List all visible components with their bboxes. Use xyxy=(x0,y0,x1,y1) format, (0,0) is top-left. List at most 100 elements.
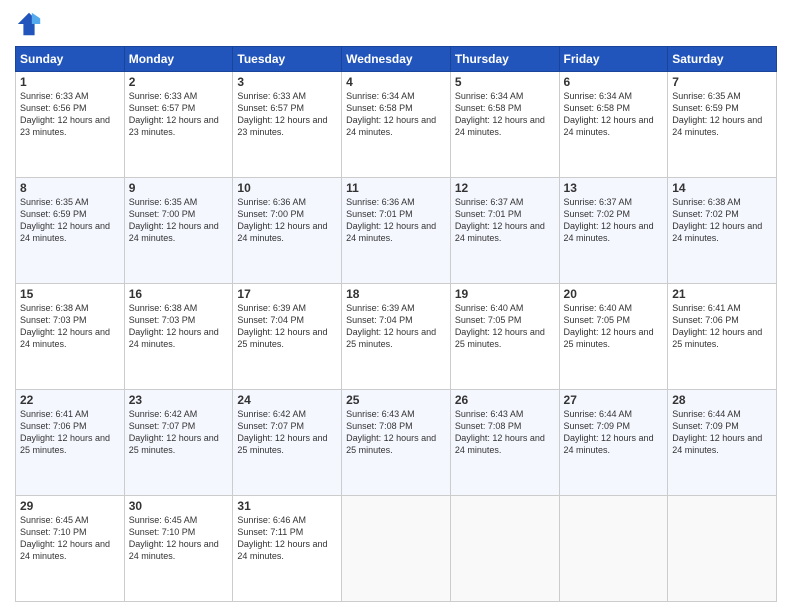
calendar-week-1: 1 Sunrise: 6:33 AMSunset: 6:56 PMDayligh… xyxy=(16,72,777,178)
calendar-cell: 5 Sunrise: 6:34 AMSunset: 6:58 PMDayligh… xyxy=(450,72,559,178)
day-number: 23 xyxy=(129,393,229,407)
calendar-cell: 8 Sunrise: 6:35 AMSunset: 6:59 PMDayligh… xyxy=(16,178,125,284)
day-detail: Sunrise: 6:44 AMSunset: 7:09 PMDaylight:… xyxy=(564,408,664,457)
calendar-cell: 23 Sunrise: 6:42 AMSunset: 7:07 PMDaylig… xyxy=(124,390,233,496)
calendar-cell: 9 Sunrise: 6:35 AMSunset: 7:00 PMDayligh… xyxy=(124,178,233,284)
header xyxy=(15,10,777,38)
day-detail: Sunrise: 6:33 AMSunset: 6:57 PMDaylight:… xyxy=(237,90,337,139)
calendar-cell: 16 Sunrise: 6:38 AMSunset: 7:03 PMDaylig… xyxy=(124,284,233,390)
day-number: 5 xyxy=(455,75,555,89)
day-number: 19 xyxy=(455,287,555,301)
day-number: 24 xyxy=(237,393,337,407)
day-number: 25 xyxy=(346,393,446,407)
day-detail: Sunrise: 6:38 AMSunset: 7:02 PMDaylight:… xyxy=(672,196,772,245)
day-detail: Sunrise: 6:38 AMSunset: 7:03 PMDaylight:… xyxy=(20,302,120,351)
page: SundayMondayTuesdayWednesdayThursdayFrid… xyxy=(0,0,792,612)
day-number: 10 xyxy=(237,181,337,195)
day-number: 9 xyxy=(129,181,229,195)
day-number: 27 xyxy=(564,393,664,407)
day-header-wednesday: Wednesday xyxy=(342,47,451,72)
day-header-monday: Monday xyxy=(124,47,233,72)
day-number: 8 xyxy=(20,181,120,195)
calendar-cell: 2 Sunrise: 6:33 AMSunset: 6:57 PMDayligh… xyxy=(124,72,233,178)
calendar-cell: 15 Sunrise: 6:38 AMSunset: 7:03 PMDaylig… xyxy=(16,284,125,390)
day-number: 2 xyxy=(129,75,229,89)
day-detail: Sunrise: 6:39 AMSunset: 7:04 PMDaylight:… xyxy=(346,302,446,351)
day-number: 28 xyxy=(672,393,772,407)
calendar-cell: 18 Sunrise: 6:39 AMSunset: 7:04 PMDaylig… xyxy=(342,284,451,390)
day-number: 7 xyxy=(672,75,772,89)
calendar-cell: 6 Sunrise: 6:34 AMSunset: 6:58 PMDayligh… xyxy=(559,72,668,178)
day-detail: Sunrise: 6:43 AMSunset: 7:08 PMDaylight:… xyxy=(455,408,555,457)
day-detail: Sunrise: 6:35 AMSunset: 6:59 PMDaylight:… xyxy=(20,196,120,245)
calendar-cell: 21 Sunrise: 6:41 AMSunset: 7:06 PMDaylig… xyxy=(668,284,777,390)
day-header-tuesday: Tuesday xyxy=(233,47,342,72)
calendar-cell: 24 Sunrise: 6:42 AMSunset: 7:07 PMDaylig… xyxy=(233,390,342,496)
day-number: 13 xyxy=(564,181,664,195)
calendar-cell: 7 Sunrise: 6:35 AMSunset: 6:59 PMDayligh… xyxy=(668,72,777,178)
day-detail: Sunrise: 6:45 AMSunset: 7:10 PMDaylight:… xyxy=(20,514,120,563)
day-number: 26 xyxy=(455,393,555,407)
calendar-week-3: 15 Sunrise: 6:38 AMSunset: 7:03 PMDaylig… xyxy=(16,284,777,390)
calendar-cell xyxy=(450,496,559,602)
day-header-friday: Friday xyxy=(559,47,668,72)
calendar-cell: 29 Sunrise: 6:45 AMSunset: 7:10 PMDaylig… xyxy=(16,496,125,602)
calendar-cell: 1 Sunrise: 6:33 AMSunset: 6:56 PMDayligh… xyxy=(16,72,125,178)
calendar-cell: 27 Sunrise: 6:44 AMSunset: 7:09 PMDaylig… xyxy=(559,390,668,496)
day-number: 12 xyxy=(455,181,555,195)
calendar-cell: 19 Sunrise: 6:40 AMSunset: 7:05 PMDaylig… xyxy=(450,284,559,390)
day-number: 22 xyxy=(20,393,120,407)
day-header-saturday: Saturday xyxy=(668,47,777,72)
day-detail: Sunrise: 6:36 AMSunset: 7:00 PMDaylight:… xyxy=(237,196,337,245)
day-detail: Sunrise: 6:46 AMSunset: 7:11 PMDaylight:… xyxy=(237,514,337,563)
calendar-cell: 31 Sunrise: 6:46 AMSunset: 7:11 PMDaylig… xyxy=(233,496,342,602)
day-header-thursday: Thursday xyxy=(450,47,559,72)
calendar-cell: 30 Sunrise: 6:45 AMSunset: 7:10 PMDaylig… xyxy=(124,496,233,602)
day-detail: Sunrise: 6:41 AMSunset: 7:06 PMDaylight:… xyxy=(672,302,772,351)
day-number: 30 xyxy=(129,499,229,513)
day-detail: Sunrise: 6:40 AMSunset: 7:05 PMDaylight:… xyxy=(564,302,664,351)
calendar-cell: 3 Sunrise: 6:33 AMSunset: 6:57 PMDayligh… xyxy=(233,72,342,178)
calendar-cell: 28 Sunrise: 6:44 AMSunset: 7:09 PMDaylig… xyxy=(668,390,777,496)
calendar-cell: 12 Sunrise: 6:37 AMSunset: 7:01 PMDaylig… xyxy=(450,178,559,284)
day-detail: Sunrise: 6:42 AMSunset: 7:07 PMDaylight:… xyxy=(129,408,229,457)
day-detail: Sunrise: 6:33 AMSunset: 6:56 PMDaylight:… xyxy=(20,90,120,139)
calendar-cell: 10 Sunrise: 6:36 AMSunset: 7:00 PMDaylig… xyxy=(233,178,342,284)
day-number: 16 xyxy=(129,287,229,301)
day-detail: Sunrise: 6:34 AMSunset: 6:58 PMDaylight:… xyxy=(455,90,555,139)
calendar-header-row: SundayMondayTuesdayWednesdayThursdayFrid… xyxy=(16,47,777,72)
calendar-week-4: 22 Sunrise: 6:41 AMSunset: 7:06 PMDaylig… xyxy=(16,390,777,496)
day-number: 1 xyxy=(20,75,120,89)
day-number: 3 xyxy=(237,75,337,89)
day-detail: Sunrise: 6:44 AMSunset: 7:09 PMDaylight:… xyxy=(672,408,772,457)
day-detail: Sunrise: 6:36 AMSunset: 7:01 PMDaylight:… xyxy=(346,196,446,245)
day-detail: Sunrise: 6:35 AMSunset: 7:00 PMDaylight:… xyxy=(129,196,229,245)
calendar-table: SundayMondayTuesdayWednesdayThursdayFrid… xyxy=(15,46,777,602)
logo xyxy=(15,10,47,38)
calendar-cell: 20 Sunrise: 6:40 AMSunset: 7:05 PMDaylig… xyxy=(559,284,668,390)
day-number: 15 xyxy=(20,287,120,301)
day-number: 4 xyxy=(346,75,446,89)
calendar-cell: 4 Sunrise: 6:34 AMSunset: 6:58 PMDayligh… xyxy=(342,72,451,178)
day-detail: Sunrise: 6:33 AMSunset: 6:57 PMDaylight:… xyxy=(129,90,229,139)
calendar-cell: 26 Sunrise: 6:43 AMSunset: 7:08 PMDaylig… xyxy=(450,390,559,496)
calendar-week-2: 8 Sunrise: 6:35 AMSunset: 6:59 PMDayligh… xyxy=(16,178,777,284)
day-detail: Sunrise: 6:37 AMSunset: 7:02 PMDaylight:… xyxy=(564,196,664,245)
day-number: 6 xyxy=(564,75,664,89)
day-detail: Sunrise: 6:41 AMSunset: 7:06 PMDaylight:… xyxy=(20,408,120,457)
day-detail: Sunrise: 6:40 AMSunset: 7:05 PMDaylight:… xyxy=(455,302,555,351)
day-detail: Sunrise: 6:34 AMSunset: 6:58 PMDaylight:… xyxy=(346,90,446,139)
day-detail: Sunrise: 6:39 AMSunset: 7:04 PMDaylight:… xyxy=(237,302,337,351)
calendar-week-5: 29 Sunrise: 6:45 AMSunset: 7:10 PMDaylig… xyxy=(16,496,777,602)
calendar-cell: 13 Sunrise: 6:37 AMSunset: 7:02 PMDaylig… xyxy=(559,178,668,284)
day-detail: Sunrise: 6:43 AMSunset: 7:08 PMDaylight:… xyxy=(346,408,446,457)
calendar-cell xyxy=(668,496,777,602)
day-number: 17 xyxy=(237,287,337,301)
calendar-cell: 25 Sunrise: 6:43 AMSunset: 7:08 PMDaylig… xyxy=(342,390,451,496)
day-number: 29 xyxy=(20,499,120,513)
day-number: 11 xyxy=(346,181,446,195)
calendar-cell xyxy=(559,496,668,602)
day-detail: Sunrise: 6:35 AMSunset: 6:59 PMDaylight:… xyxy=(672,90,772,139)
calendar-cell: 14 Sunrise: 6:38 AMSunset: 7:02 PMDaylig… xyxy=(668,178,777,284)
day-detail: Sunrise: 6:37 AMSunset: 7:01 PMDaylight:… xyxy=(455,196,555,245)
